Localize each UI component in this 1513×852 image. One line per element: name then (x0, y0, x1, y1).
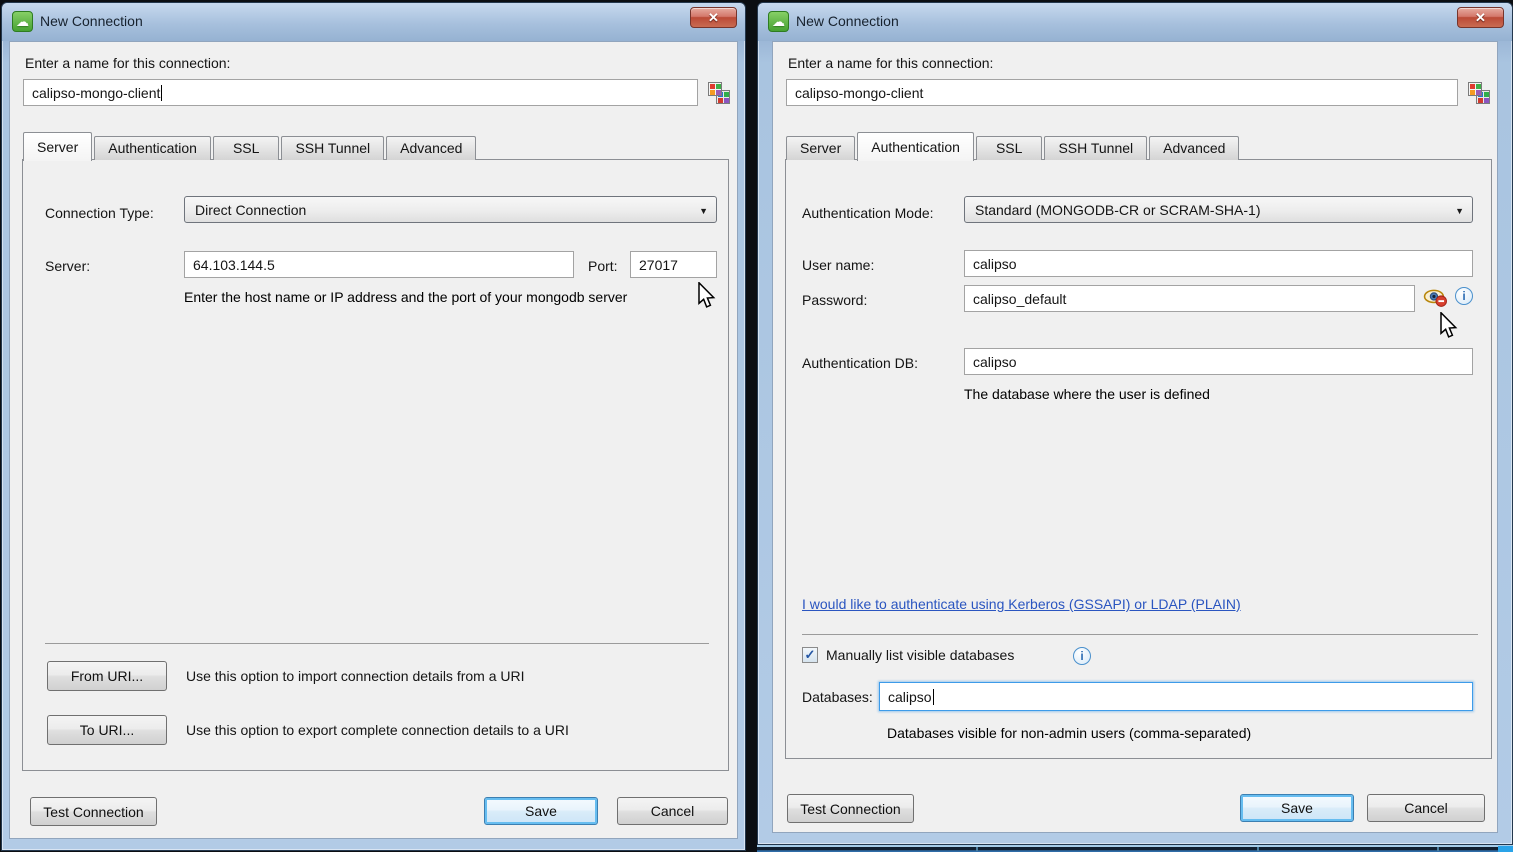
manually-list-label: Manually list visible databases (826, 647, 1014, 663)
right-new-connection-window: ☁ New Connection ✕ Enter a name for this… (757, 2, 1513, 845)
hide-password-eye-icon[interactable] (1423, 289, 1448, 307)
app-icon: ☁ (768, 11, 789, 32)
tab-advanced[interactable]: Advanced (1149, 136, 1239, 160)
connection-name-input[interactable]: calipso-mongo-client (786, 79, 1458, 106)
auth-db-value: calipso (973, 354, 1017, 370)
tab-authentication[interactable]: Authentication (94, 136, 211, 160)
auth-db-input[interactable]: calipso (964, 348, 1473, 375)
connection-type-value: Direct Connection (195, 202, 306, 218)
text-caret (161, 85, 162, 101)
databases-input[interactable]: calipso (879, 682, 1473, 711)
auth-db-help-text: The database where the user is defined (964, 386, 1210, 402)
server-value: 64.103.144.5 (193, 257, 275, 273)
manually-list-info-icon[interactable]: i (1073, 647, 1091, 665)
server-help-text: Enter the host name or IP address and th… (184, 289, 627, 305)
username-input[interactable]: calipso (964, 250, 1473, 277)
connection-name-value: calipso-mongo-client (32, 85, 160, 101)
left-dialog-body: Enter a name for this connection: calips… (9, 41, 738, 839)
chevron-down-icon: ▼ (699, 206, 708, 216)
palette-front-square (708, 82, 722, 96)
chevron-down-icon: ▼ (1455, 206, 1464, 216)
save-button[interactable]: Save (484, 797, 598, 825)
password-input[interactable]: calipso_default (964, 285, 1415, 312)
connection-name-value: calipso-mongo-client (795, 85, 923, 101)
column-divider (1257, 847, 1259, 851)
to-uri-description: Use this option to export complete conne… (186, 722, 569, 738)
mouse-cursor (1439, 312, 1458, 339)
auth-mode-value: Standard (MONGODB-CR or SCRAM-SHA-1) (975, 202, 1261, 218)
right-titlebar[interactable]: ☁ New Connection ✕ (758, 3, 1512, 41)
uri-separator (45, 643, 709, 644)
authentication-tab-panel: Authentication Mode: Standard (MONGODB-C… (785, 159, 1492, 759)
auth-db-label: Authentication DB: (802, 355, 918, 371)
background-highlight (1498, 846, 1513, 852)
desktop: ☁ New Connection ✕ Enter a name for this… (0, 0, 1513, 852)
right-dialog-body: Enter a name for this connection: calips… (772, 41, 1498, 833)
auth-mode-dropdown[interactable]: Standard (MONGODB-CR or SCRAM-SHA-1) ▼ (964, 196, 1473, 223)
column-divider (976, 847, 978, 851)
databases-separator (802, 634, 1478, 635)
tab-ssl[interactable]: SSL (213, 136, 279, 160)
username-value: calipso (973, 256, 1017, 272)
left-titlebar[interactable]: ☁ New Connection ✕ (2, 3, 745, 41)
to-uri-button[interactable]: To URI... (47, 715, 167, 745)
color-picker-icon[interactable] (1468, 82, 1491, 105)
left-window-title: New Connection (40, 13, 143, 29)
tab-advanced[interactable]: Advanced (386, 136, 476, 160)
connection-type-label: Connection Type: (45, 205, 154, 221)
right-window-title: New Connection (796, 13, 899, 29)
port-input[interactable]: 27017 (630, 251, 717, 278)
port-value: 27017 (639, 257, 678, 273)
password-info-icon[interactable]: i (1455, 287, 1473, 305)
mouse-cursor (697, 282, 716, 309)
tab-server[interactable]: Server (23, 132, 92, 161)
username-label: User name: (802, 257, 874, 273)
connection-type-dropdown[interactable]: Direct Connection ▼ (184, 196, 717, 223)
password-label: Password: (802, 292, 867, 308)
close-icon[interactable]: ✕ (1457, 7, 1504, 28)
manually-list-databases-row: ✓ Manually list visible databases (802, 647, 1014, 663)
cancel-button[interactable]: Cancel (1367, 794, 1485, 822)
connection-name-input[interactable]: calipso-mongo-client (23, 79, 698, 106)
tab-authentication[interactable]: Authentication (857, 132, 974, 161)
name-field-label: Enter a name for this connection: (788, 55, 993, 71)
port-label: Port: (588, 258, 618, 274)
palette-front-square (1468, 82, 1482, 96)
tab-ssh-tunnel[interactable]: SSH Tunnel (281, 136, 384, 160)
name-field-label: Enter a name for this connection: (25, 55, 230, 71)
databases-help-text: Databases visible for non-admin users (c… (887, 725, 1251, 741)
password-value: calipso_default (973, 291, 1066, 307)
close-icon[interactable]: ✕ (690, 7, 737, 28)
text-caret (933, 689, 934, 705)
app-icon: ☁ (12, 11, 33, 32)
manually-list-checkbox[interactable]: ✓ (802, 647, 818, 663)
save-button[interactable]: Save (1240, 794, 1354, 822)
left-new-connection-window: ☁ New Connection ✕ Enter a name for this… (1, 2, 746, 851)
tab-server[interactable]: Server (786, 136, 855, 160)
tab-ssl[interactable]: SSL (976, 136, 1042, 160)
databases-label: Databases: (802, 689, 873, 705)
databases-value: calipso (888, 689, 932, 705)
kerberos-ldap-link[interactable]: I would like to authenticate using Kerbe… (802, 596, 1241, 612)
server-input[interactable]: 64.103.144.5 (184, 251, 574, 278)
test-connection-button[interactable]: Test Connection (30, 797, 157, 826)
column-divider (1437, 847, 1439, 851)
background-window-strip (757, 845, 1513, 852)
server-label: Server: (45, 258, 90, 274)
auth-mode-label: Authentication Mode: (802, 205, 934, 221)
left-tab-bar: Server Authentication SSL SSH Tunnel Adv… (23, 130, 478, 160)
test-connection-button[interactable]: Test Connection (787, 794, 914, 823)
color-picker-icon[interactable] (708, 82, 731, 105)
server-tab-panel: Connection Type: Direct Connection ▼ Ser… (22, 159, 729, 771)
tab-ssh-tunnel[interactable]: SSH Tunnel (1044, 136, 1147, 160)
from-uri-button[interactable]: From URI... (47, 661, 167, 691)
right-tab-bar: Server Authentication SSL SSH Tunnel Adv… (786, 130, 1241, 160)
from-uri-description: Use this option to import connection det… (186, 668, 525, 684)
cancel-button[interactable]: Cancel (617, 797, 728, 825)
